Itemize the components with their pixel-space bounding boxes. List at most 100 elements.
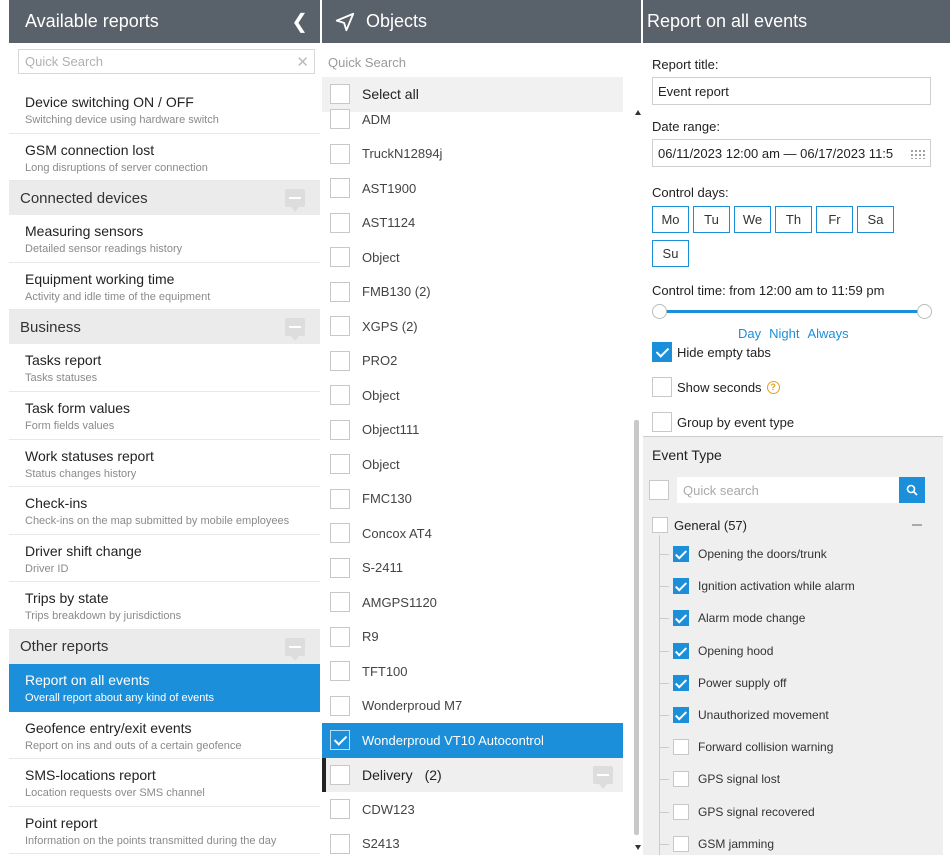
search-button[interactable] <box>899 477 925 503</box>
object-group-delivery[interactable]: Delivery (2) <box>322 757 623 792</box>
event-group-general[interactable]: General (57) <box>652 517 922 533</box>
event-item[interactable]: GPS signal lost <box>673 770 913 788</box>
object-checkbox[interactable] <box>330 178 350 199</box>
time-mode-night[interactable]: Night <box>769 326 799 341</box>
report-title-field[interactable]: Event report <box>652 77 931 105</box>
object-row[interactable]: AST1124 <box>322 206 623 241</box>
slider-end-handle[interactable] <box>917 304 932 319</box>
object-row[interactable]: TFT100 <box>322 654 623 689</box>
object-checkbox[interactable] <box>330 799 350 820</box>
event-item[interactable]: Unauthorized movement <box>673 706 913 724</box>
day-toggle[interactable]: Mo <box>652 206 689 233</box>
day-toggle[interactable]: We <box>734 206 771 233</box>
report-item[interactable]: Device switching ON / OFF Switching devi… <box>9 86 320 134</box>
objects-scrollbar[interactable] <box>634 420 639 835</box>
event-item[interactable]: Forward collision warning <box>673 738 913 756</box>
chevron-left-icon[interactable]: ❮ <box>291 12 308 32</box>
show-seconds-checkbox[interactable] <box>652 377 672 397</box>
object-checkbox[interactable] <box>330 454 350 475</box>
object-row[interactable]: FMB130 (2) <box>322 275 623 310</box>
report-item[interactable]: Geofence entry/exit events Report on ins… <box>9 712 320 760</box>
scroll-up-icon[interactable] <box>635 110 641 115</box>
event-checkbox[interactable] <box>673 707 689 723</box>
group-checkbox[interactable] <box>330 764 350 785</box>
event-checkbox[interactable] <box>673 835 689 852</box>
event-checkbox[interactable] <box>673 642 689 659</box>
object-row[interactable]: XGPS (2) <box>322 309 623 344</box>
event-item[interactable]: Ignition activation while alarm <box>673 577 913 595</box>
event-item[interactable]: Opening hood <box>673 642 913 660</box>
object-row[interactable]: Object111 <box>322 413 623 448</box>
object-checkbox[interactable] <box>330 316 350 337</box>
report-item-active[interactable]: Report on all events Overall report abou… <box>9 663 320 712</box>
event-checkbox[interactable] <box>673 546 689 562</box>
object-checkbox[interactable] <box>330 109 350 130</box>
object-row[interactable]: PRO2 <box>322 344 623 379</box>
event-item[interactable]: Power supply off <box>673 674 913 692</box>
report-item[interactable]: Check-ins Check-ins on the map submitted… <box>9 487 320 535</box>
scroll-down-icon[interactable] <box>635 845 641 850</box>
report-item[interactable]: Measuring sensors Detailed sensor readin… <box>9 215 320 263</box>
report-item[interactable]: SMS-locations report Location requests o… <box>9 759 320 807</box>
report-item[interactable]: Task form values Form fields values <box>9 392 320 440</box>
object-checkbox[interactable] <box>330 419 350 440</box>
event-checkbox[interactable] <box>673 610 689 627</box>
object-checkbox[interactable] <box>330 695 350 716</box>
event-item[interactable]: Opening the doors/trunk <box>673 545 913 563</box>
objects-search-input[interactable]: Quick Search <box>322 43 641 77</box>
object-row[interactable]: Concox AT4 <box>322 516 623 551</box>
object-row[interactable]: Wonderproud M7 <box>322 689 623 724</box>
event-checkbox[interactable] <box>673 803 689 820</box>
report-item[interactable]: Tasks report Tasks statuses <box>9 344 320 392</box>
event-item[interactable]: GPS signal recovered <box>673 803 913 821</box>
object-row[interactable]: AST1900 <box>322 171 623 206</box>
event-group-checkbox[interactable] <box>652 517 668 533</box>
object-row[interactable]: Object <box>322 240 623 275</box>
report-item[interactable]: Equipment working time Activity and idle… <box>9 263 320 311</box>
report-group-header[interactable]: Connected devices <box>9 181 320 216</box>
day-toggle[interactable]: Su <box>652 240 689 267</box>
object-row[interactable]: Object <box>322 378 623 413</box>
object-checkbox[interactable] <box>330 247 350 268</box>
event-item[interactable]: Alarm mode change <box>673 609 913 627</box>
object-checkbox[interactable] <box>330 281 350 302</box>
object-row[interactable]: AMGPS1120 <box>322 585 623 620</box>
day-toggle[interactable]: Fr <box>816 206 853 233</box>
object-checkbox[interactable] <box>330 212 350 233</box>
object-row[interactable]: R9 <box>322 620 623 655</box>
calendar-icon[interactable] <box>910 149 926 159</box>
help-icon[interactable]: ? <box>766 380 780 394</box>
report-item[interactable]: Trips by state Trips breakdown by jurisd… <box>9 582 320 630</box>
report-item[interactable]: Work statuses report Status changes hist… <box>9 440 320 488</box>
object-checkbox[interactable] <box>330 385 350 406</box>
collapse-minus-icon[interactable] <box>912 524 922 526</box>
report-item[interactable]: GSM connection lost Long disruptions of … <box>9 134 320 182</box>
report-item[interactable]: Point report Information on the points t… <box>9 807 320 855</box>
object-row[interactable]: TruckN12894j <box>322 137 623 172</box>
object-checkbox[interactable] <box>330 557 350 578</box>
close-icon[interactable]: ✕ <box>296 53 309 71</box>
reports-search-input[interactable] <box>19 50 314 73</box>
object-row[interactable]: CDW123 <box>322 792 623 827</box>
group-by-event-row[interactable]: Group by event type <box>652 411 950 433</box>
day-toggle[interactable]: Tu <box>693 206 730 233</box>
event-checkbox[interactable] <box>673 771 689 788</box>
event-select-all-checkbox[interactable] <box>649 480 669 500</box>
object-row[interactable]: S-2411 <box>322 551 623 586</box>
object-checkbox[interactable] <box>330 626 350 647</box>
group-by-event-checkbox[interactable] <box>652 412 672 432</box>
object-checkbox[interactable] <box>330 661 350 682</box>
hide-empty-tabs-row[interactable]: Hide empty tabs <box>652 341 950 363</box>
object-row-selected[interactable]: Wonderproud VT10 Autocontrol <box>322 723 623 758</box>
event-item[interactable]: GSM jamming <box>673 835 913 853</box>
event-checkbox[interactable] <box>673 578 689 595</box>
event-checkbox[interactable] <box>673 674 689 691</box>
object-row[interactable]: Object <box>322 447 623 482</box>
time-mode-always[interactable]: Always <box>807 326 848 341</box>
day-toggle[interactable]: Sa <box>857 206 894 233</box>
slider-start-handle[interactable] <box>652 304 667 319</box>
object-checkbox[interactable] <box>330 592 350 613</box>
date-range-field[interactable]: 06/11/2023 12:00 am — 06/17/2023 11:5 <box>652 139 931 167</box>
show-seconds-row[interactable]: Show seconds ? <box>652 376 950 398</box>
object-checkbox[interactable] <box>330 143 350 164</box>
